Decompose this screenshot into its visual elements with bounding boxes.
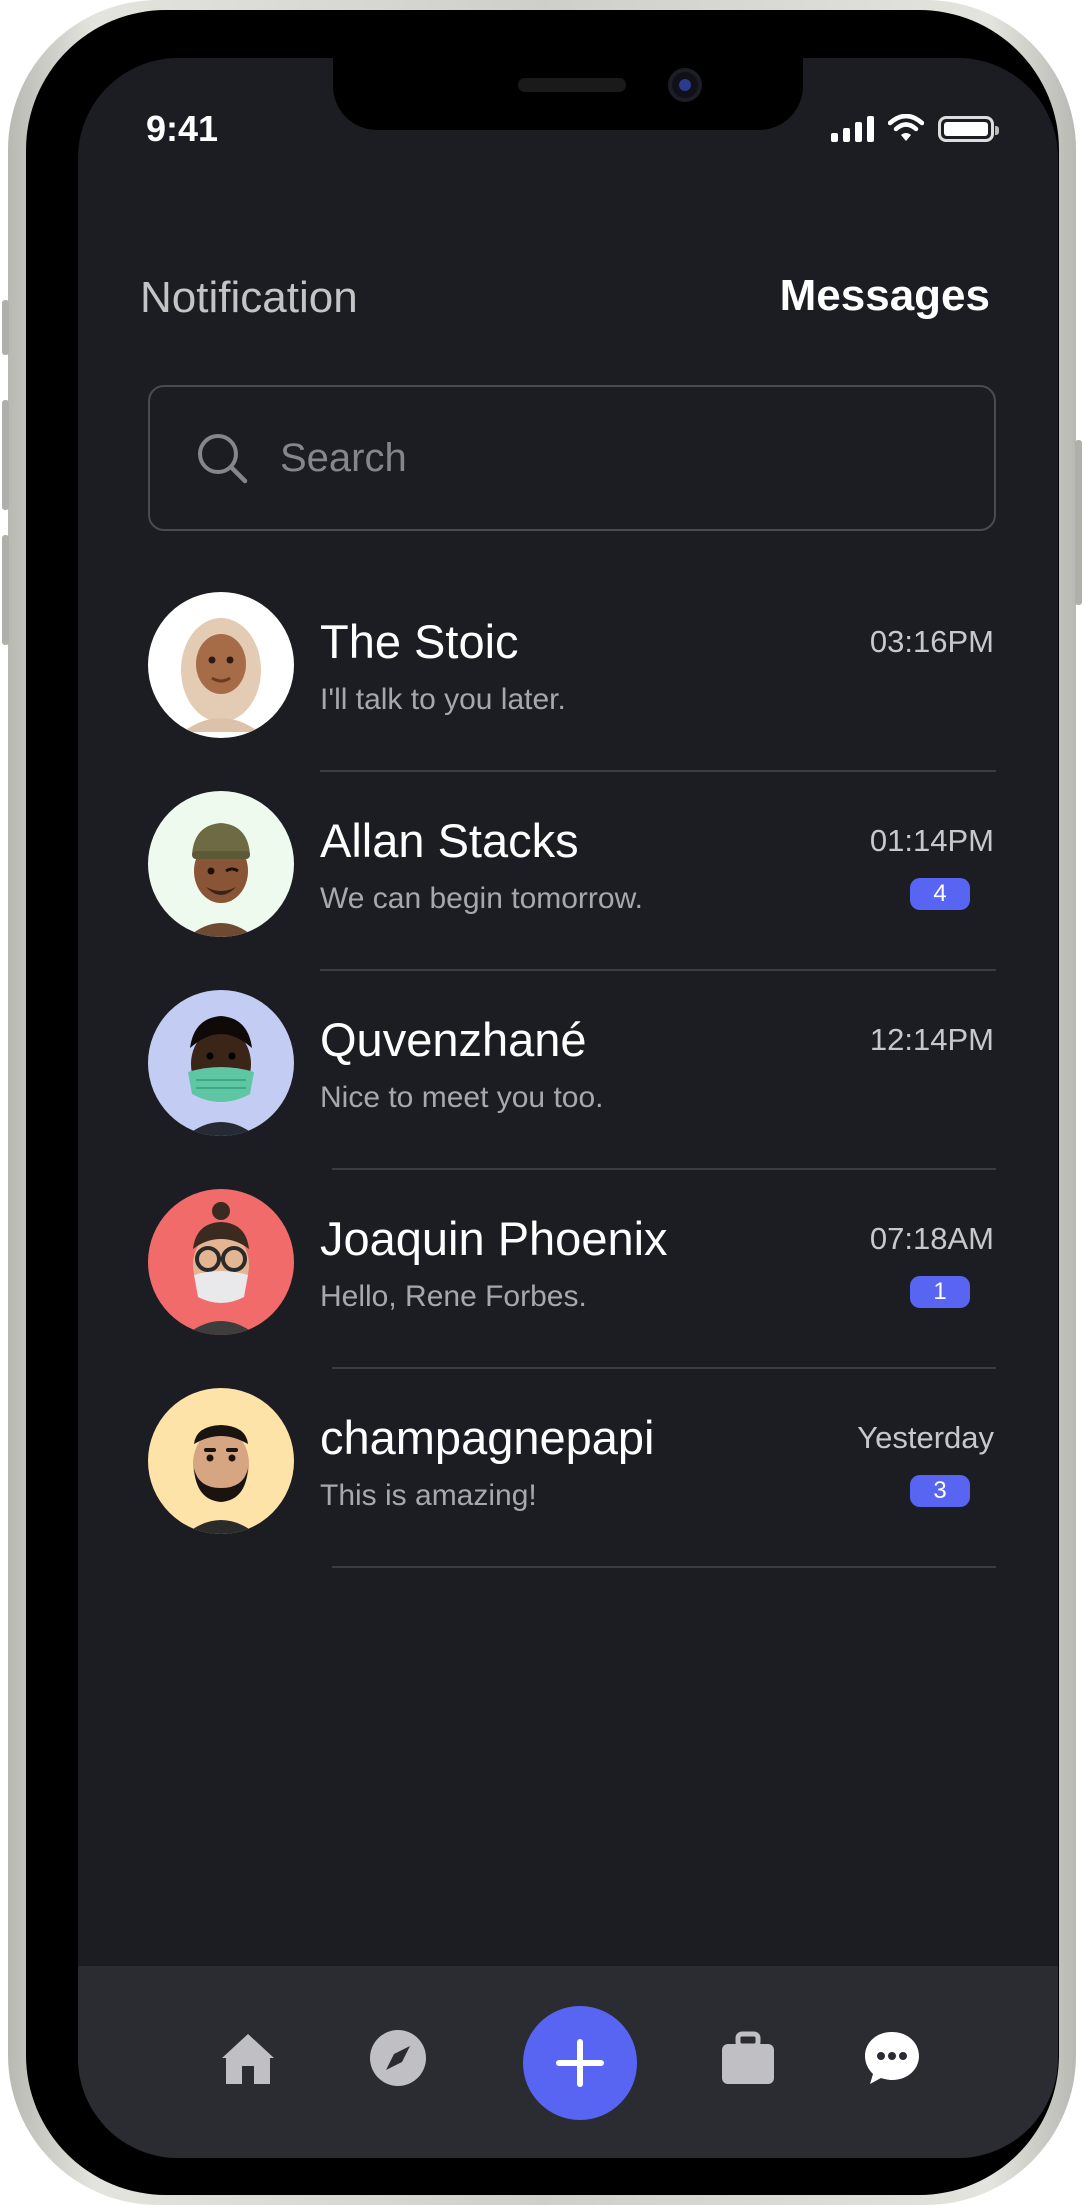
status-time: 9:41 [146,108,219,149]
conversation-item[interactable]: Joaquin Phoenix Hello, Rene Forbes. 07:1… [148,1189,996,1388]
conversation-item[interactable]: champagnepapi This is amazing! Yesterday… [148,1388,996,1587]
unread-badge: 1 [910,1276,970,1308]
contact-name: champagnepapi [320,1411,655,1464]
divider [332,1168,996,1170]
message-time: 12:14PM [869,1022,994,1057]
unread-badge: 3 [910,1475,970,1507]
wifi-icon [888,114,924,141]
power-button [1075,440,1082,605]
divider [320,969,996,971]
screen: 9:41 Notification Messages Search The St… [78,58,1058,2158]
contact-name: Joaquin Phoenix [320,1212,668,1265]
plus-icon [556,2039,604,2087]
bottom-nav [78,1966,1058,2158]
avatar [148,1189,294,1335]
compose-button[interactable] [523,2006,637,2120]
tab-messages[interactable]: Messages [780,271,990,321]
battery-icon [938,116,999,142]
contact-name: Allan Stacks [320,814,579,867]
contact-name: The Stoic [320,615,519,668]
search-input[interactable] [280,435,920,481]
message-time: Yesterday [857,1420,994,1455]
last-message: We can begin tomorrow. [320,882,643,915]
unread-badge: 4 [910,878,970,910]
avatar [148,791,294,937]
message-time: 01:14PM [869,823,994,858]
last-message: Hello, Rene Forbes. [320,1280,587,1313]
compass-icon[interactable] [368,2028,428,2088]
last-message: Nice to meet you too. [320,1081,604,1114]
phone-frame: 9:41 Notification Messages Search The St… [2,0,1082,2205]
search-icon [198,434,248,484]
last-message: This is amazing! [320,1479,537,1512]
divider [332,1367,996,1369]
conversation-item[interactable]: Quvenzhané Nice to meet you too. 12:14PM [148,990,996,1189]
volume-down-button [2,535,9,645]
chat-bubble-icon[interactable] [862,2028,922,2088]
avatar [148,990,294,1136]
mute-switch [2,300,9,355]
avatar [148,592,294,738]
message-time: 07:18AM [869,1221,994,1256]
speaker-grille [518,78,626,92]
status-icons [831,114,999,142]
home-icon[interactable] [218,2028,278,2088]
divider [332,1566,996,1568]
search-bar[interactable] [148,385,996,531]
briefcase-icon[interactable] [718,2028,778,2088]
conversation-item[interactable]: The Stoic I'll talk to you later. 03:16P… [148,592,996,791]
avatar [148,1388,294,1534]
phone-bezel: 9:41 Notification Messages Search The St… [26,10,1059,2195]
notch [333,58,803,130]
front-camera [668,68,702,102]
divider [320,770,996,772]
cellular-signal-icon [831,116,874,142]
contact-name: Quvenzhané [320,1013,587,1066]
volume-up-button [2,400,9,510]
conversation-item[interactable]: Allan Stacks We can begin tomorrow. 01:1… [148,791,996,990]
tab-notification[interactable]: Notification [140,273,358,323]
message-time: 03:16PM [869,624,994,659]
last-message: I'll talk to you later. [320,683,566,716]
